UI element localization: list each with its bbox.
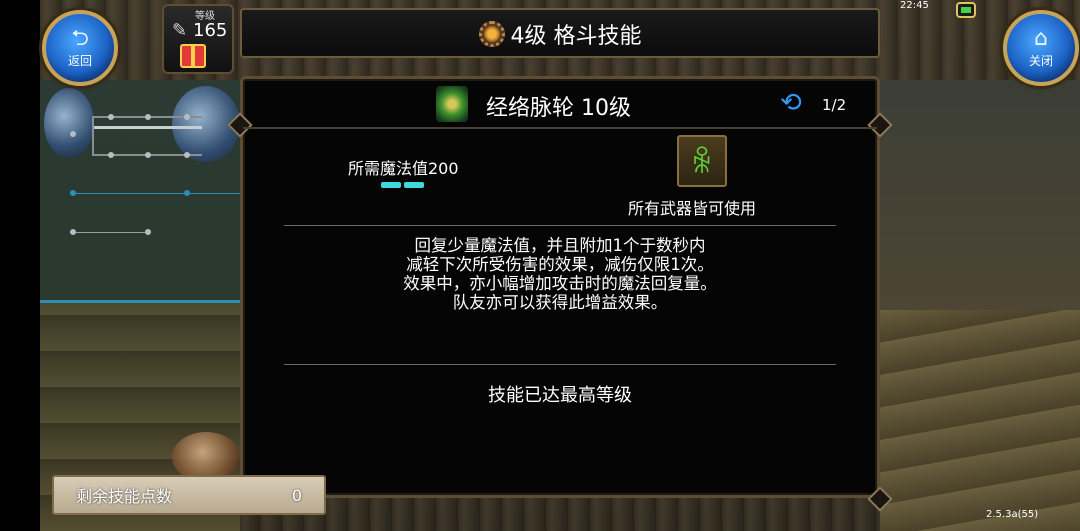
tree-node-dot xyxy=(70,190,76,196)
tree-node-dot xyxy=(145,152,151,158)
points-value: 0 xyxy=(291,485,302,505)
level-value: 165 xyxy=(193,20,228,41)
tree-connector xyxy=(92,126,202,129)
divider xyxy=(284,225,836,226)
points-label: 剩余技能点数 xyxy=(76,487,173,506)
tree-node-dot xyxy=(108,114,114,120)
person-icon: ꆜ xyxy=(677,135,727,187)
back-arrow-icon: ⮌ xyxy=(71,25,89,51)
weapon-requirement: 所有武器皆可使用 xyxy=(628,199,757,218)
description-line: 队友亦可以获得此增益效果。 xyxy=(452,293,668,312)
tree-node-dot xyxy=(184,152,190,158)
remaining-points-bar: 剩余技能点数 0 xyxy=(52,475,326,515)
tree-node-dot xyxy=(70,229,76,235)
window-title: 4级 格斗技能 xyxy=(240,18,880,50)
description-line: 回复少量魔法值，并且附加1个于数秒内 xyxy=(414,236,706,255)
tree-node-dot xyxy=(145,114,151,120)
background-right xyxy=(880,80,1080,531)
description-line: 减轻下次所受伤害的效果，减伤仅限1次。 xyxy=(406,255,714,274)
skill-node-orb[interactable] xyxy=(44,88,94,158)
title-text: 4级 格斗技能 xyxy=(510,24,642,49)
left-letterbox xyxy=(0,0,40,531)
mp-required: 所需魔法值200 xyxy=(348,159,459,178)
skill-description: 回复少量魔法值，并且附加1个于数秒内 减轻下次所受伤害的效果，减伤仅限1次。 效… xyxy=(284,236,836,312)
gift-icon[interactable] xyxy=(180,44,206,68)
skill-name: 经络脉轮 10级 xyxy=(486,96,631,121)
battery-icon xyxy=(956,2,976,18)
tree-node-dot xyxy=(145,229,151,235)
max-level-text: 技能已达最高等级 xyxy=(488,385,632,406)
tree-node-dot xyxy=(70,131,76,137)
divider xyxy=(284,364,836,365)
home-icon: ⌂ xyxy=(1034,25,1048,51)
tree-node-dot xyxy=(108,152,114,158)
tree-connector xyxy=(70,193,240,194)
back-button[interactable]: ⮌ 返回 xyxy=(42,10,118,86)
meditation-icon xyxy=(436,86,468,122)
tree-highlight-line xyxy=(40,300,240,303)
wrench-icon: ✎ xyxy=(172,20,188,41)
tree-node-dot xyxy=(184,114,190,120)
back-button-label: 返回 xyxy=(67,53,92,68)
tree-connector xyxy=(92,116,94,156)
close-button-label: 关闭 xyxy=(1028,53,1053,68)
status-time: 22:45 xyxy=(900,0,929,11)
description-line: 效果中，亦小幅增加攻击时的魔法回复量。 xyxy=(403,274,717,293)
tree-node-dot xyxy=(184,190,190,196)
close-button[interactable]: ⌂ 关闭 xyxy=(1003,10,1079,86)
gear-icon xyxy=(478,21,505,47)
mp-bar-segment xyxy=(381,182,401,188)
tree-connector xyxy=(70,232,150,233)
version-text: 2.5.3a(55) xyxy=(986,509,1039,520)
cycle-arrows-icon[interactable]: ⟲ xyxy=(780,90,810,118)
mp-bar-segment xyxy=(404,182,424,188)
page-indicator: 1/2 xyxy=(822,96,847,114)
